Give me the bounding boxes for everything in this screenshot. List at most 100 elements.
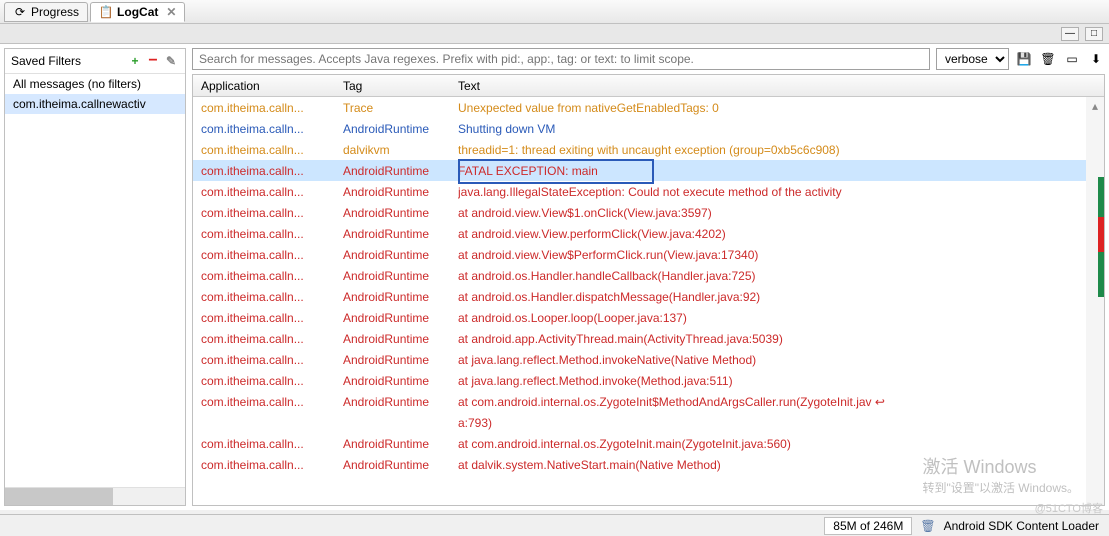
cell-app: com.itheima.calln... bbox=[193, 437, 343, 451]
filter-item[interactable]: All messages (no filters) bbox=[5, 74, 185, 94]
cell-text: at android.os.Handler.dispatchMessage(Ha… bbox=[458, 290, 1104, 304]
search-input[interactable] bbox=[192, 48, 930, 70]
log-panel: verbose 💾 🗑 ▭ ⬇ Application Tag Text com… bbox=[192, 48, 1105, 506]
cell-text: at dalvik.system.NativeStart.main(Native… bbox=[458, 458, 1104, 472]
cell-tag: AndroidRuntime bbox=[343, 122, 458, 136]
log-row[interactable]: com.itheima.calln...AndroidRuntimeat and… bbox=[193, 244, 1104, 265]
filter-item[interactable]: com.itheima.callnewactiv bbox=[5, 94, 185, 114]
cell-text: at android.view.View$1.onClick(View.java… bbox=[458, 206, 1104, 220]
clear-icon[interactable]: 🗑 bbox=[1039, 50, 1057, 68]
filters-header: Saved Filters + − ✎ bbox=[5, 49, 185, 74]
v-scrollbar[interactable]: ▴ bbox=[1086, 97, 1104, 505]
add-filter-button[interactable]: + bbox=[127, 53, 143, 69]
log-row[interactable]: com.itheima.calln...TraceUnexpected valu… bbox=[193, 97, 1104, 118]
down-icon[interactable]: ⬇ bbox=[1087, 50, 1105, 68]
log-row[interactable]: com.itheima.calln...AndroidRuntimeat com… bbox=[193, 433, 1104, 454]
cell-app: com.itheima.calln... bbox=[193, 458, 343, 472]
log-body[interactable]: com.itheima.calln...TraceUnexpected valu… bbox=[193, 97, 1104, 505]
search-row: verbose 💾 🗑 ▭ ⬇ bbox=[192, 48, 1105, 70]
log-row[interactable]: com.itheima.calln...AndroidRuntimeat and… bbox=[193, 202, 1104, 223]
trash-icon[interactable]: 🗑 bbox=[920, 519, 935, 533]
cell-app: com.itheima.calln... bbox=[193, 122, 343, 136]
log-row[interactable]: com.itheima.calln...AndroidRuntimeat dal… bbox=[193, 454, 1104, 475]
main-area: Saved Filters + − ✎ All messages (no fil… bbox=[0, 44, 1109, 510]
cell-text: Shutting down VM bbox=[458, 122, 1104, 136]
log-row[interactable]: a:793) bbox=[193, 412, 1104, 433]
log-row[interactable]: com.itheima.calln...AndroidRuntimeShutti… bbox=[193, 118, 1104, 139]
cell-text: at com.android.internal.os.ZygoteInit.ma… bbox=[458, 437, 1104, 451]
view-toolbar: — □ bbox=[0, 24, 1109, 44]
cell-app: com.itheima.calln... bbox=[193, 374, 343, 388]
scroll-up-icon[interactable]: ▴ bbox=[1086, 97, 1104, 115]
cell-tag: AndroidRuntime bbox=[343, 290, 458, 304]
close-icon[interactable]: ✕ bbox=[166, 5, 176, 19]
cell-text: at java.lang.reflect.Method.invokeNative… bbox=[458, 353, 1104, 367]
col-text[interactable]: Text bbox=[458, 79, 1104, 93]
cell-text: at android.os.Looper.loop(Looper.java:13… bbox=[458, 311, 1104, 325]
cell-tag: AndroidRuntime bbox=[343, 395, 458, 409]
log-level-select[interactable]: verbose bbox=[936, 48, 1009, 70]
cell-tag: AndroidRuntime bbox=[343, 332, 458, 346]
cell-text: at android.view.View$PerformClick.run(Vi… bbox=[458, 248, 1104, 262]
memory-status: 85M of 246M bbox=[824, 517, 912, 535]
tab-logcat[interactable]: 📋 LogCat ✕ bbox=[90, 2, 185, 22]
log-row[interactable]: com.itheima.calln...AndroidRuntimeat com… bbox=[193, 391, 1104, 412]
cell-app: com.itheima.calln... bbox=[193, 164, 343, 178]
cell-tag: AndroidRuntime bbox=[343, 437, 458, 451]
cell-app: com.itheima.calln... bbox=[193, 101, 343, 115]
cell-app: com.itheima.calln... bbox=[193, 206, 343, 220]
log-row[interactable]: com.itheima.calln...dalvikvmthreadid=1: … bbox=[193, 139, 1104, 160]
log-row[interactable]: com.itheima.calln...AndroidRuntimeat and… bbox=[193, 328, 1104, 349]
remove-filter-button[interactable]: − bbox=[145, 53, 161, 69]
maximize-button[interactable]: □ bbox=[1085, 27, 1103, 41]
save-icon[interactable]: 💾 bbox=[1015, 50, 1033, 68]
log-row[interactable]: com.itheima.calln...AndroidRuntimeFATAL … bbox=[193, 160, 1104, 181]
logcat-icon: 📋 bbox=[99, 5, 113, 19]
cell-app: com.itheima.calln... bbox=[193, 395, 343, 409]
loader-status: Android SDK Content Loader bbox=[944, 519, 1099, 533]
cell-text: java.lang.IllegalStateException: Could n… bbox=[458, 185, 1104, 199]
minimize-button[interactable]: — bbox=[1061, 27, 1079, 41]
cell-tag: AndroidRuntime bbox=[343, 248, 458, 262]
tab-progress[interactable]: ⟳ Progress bbox=[4, 2, 88, 22]
filters-title: Saved Filters bbox=[11, 54, 125, 68]
cell-app: com.itheima.calln... bbox=[193, 290, 343, 304]
cell-tag: AndroidRuntime bbox=[343, 164, 458, 178]
cell-tag: AndroidRuntime bbox=[343, 269, 458, 283]
log-row[interactable]: com.itheima.calln...AndroidRuntimeat jav… bbox=[193, 349, 1104, 370]
cell-text: at java.lang.reflect.Method.invoke(Metho… bbox=[458, 374, 1104, 388]
cell-tag: AndroidRuntime bbox=[343, 206, 458, 220]
log-row[interactable]: com.itheima.calln...AndroidRuntimeat and… bbox=[193, 223, 1104, 244]
col-application[interactable]: Application bbox=[193, 79, 343, 93]
cell-text: at android.view.View.performClick(View.j… bbox=[458, 227, 1104, 241]
cell-tag: AndroidRuntime bbox=[343, 374, 458, 388]
log-table: Application Tag Text com.itheima.calln..… bbox=[192, 74, 1105, 506]
cell-app: com.itheima.calln... bbox=[193, 143, 343, 157]
log-row[interactable]: com.itheima.calln...AndroidRuntimeat and… bbox=[193, 307, 1104, 328]
edit-filter-button[interactable]: ✎ bbox=[163, 53, 179, 69]
cell-text: Unexpected value from nativeGetEnabledTa… bbox=[458, 101, 1104, 115]
log-row[interactable]: com.itheima.calln...AndroidRuntimeat and… bbox=[193, 265, 1104, 286]
cell-tag: AndroidRuntime bbox=[343, 311, 458, 325]
cell-tag: Trace bbox=[343, 101, 458, 115]
cell-text: at android.os.Handler.handleCallback(Han… bbox=[458, 269, 1104, 283]
cell-tag: AndroidRuntime bbox=[343, 458, 458, 472]
scroll-lock-icon[interactable]: ▭ bbox=[1063, 50, 1081, 68]
log-header: Application Tag Text bbox=[193, 75, 1104, 97]
h-scrollbar[interactable] bbox=[5, 487, 185, 505]
cell-text: a:793) bbox=[458, 416, 1104, 430]
tab-label: LogCat bbox=[117, 5, 158, 19]
log-row[interactable]: com.itheima.calln...AndroidRuntimeat jav… bbox=[193, 370, 1104, 391]
cell-tag: AndroidRuntime bbox=[343, 185, 458, 199]
cell-app: com.itheima.calln... bbox=[193, 353, 343, 367]
cell-app: com.itheima.calln... bbox=[193, 248, 343, 262]
cell-tag: dalvikvm bbox=[343, 143, 458, 157]
cell-app: com.itheima.calln... bbox=[193, 332, 343, 346]
log-row[interactable]: com.itheima.calln...AndroidRuntimeat and… bbox=[193, 286, 1104, 307]
cell-tag: AndroidRuntime bbox=[343, 227, 458, 241]
saved-filters-panel: Saved Filters + − ✎ All messages (no fil… bbox=[4, 48, 186, 506]
col-tag[interactable]: Tag bbox=[343, 79, 458, 93]
tab-bar: ⟳ Progress 📋 LogCat ✕ bbox=[0, 0, 1109, 24]
log-row[interactable]: com.itheima.calln...AndroidRuntimejava.l… bbox=[193, 181, 1104, 202]
cell-app: com.itheima.calln... bbox=[193, 185, 343, 199]
